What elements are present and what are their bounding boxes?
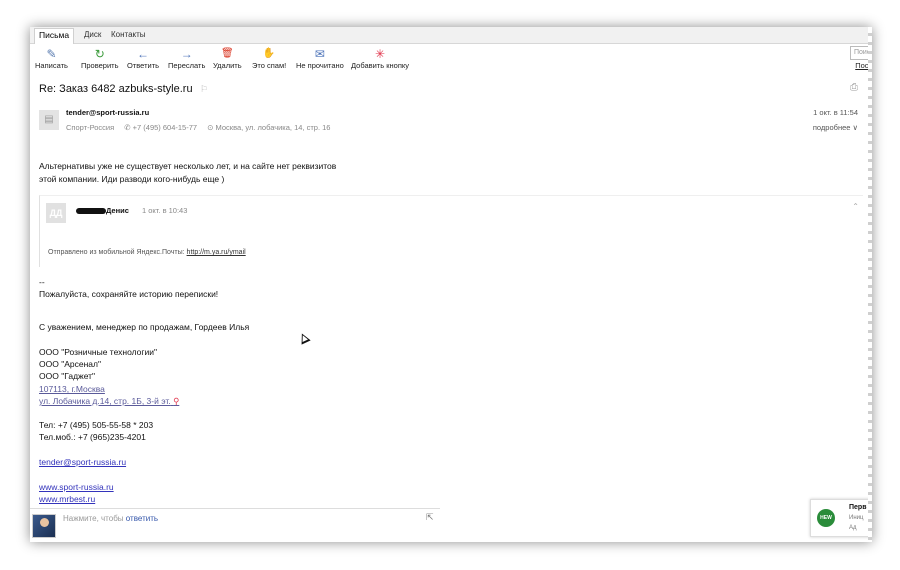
forward-button[interactable]: → Переслать: [168, 47, 205, 70]
tab-contacts[interactable]: Контакты: [107, 29, 150, 40]
avatar: ДД: [46, 203, 66, 223]
signature-dash: --: [39, 277, 45, 287]
map-pin-icon: ⚲: [173, 396, 180, 406]
signature-site-link-1[interactable]: www.sport-russia.ru: [39, 482, 114, 492]
signature-regards: С уважением, менеджер по продажам, Горде…: [39, 322, 250, 332]
redacted-name: [76, 208, 106, 214]
mail-window: Письма Диск Контакты ✎ Написать ↻ Провер…: [30, 27, 872, 542]
notification-badge-icon: НЕW: [817, 509, 835, 527]
quoted-message[interactable]: ДД Денис 1 окт. в 10:43 ⌃ Отправлено из …: [39, 195, 863, 267]
signature-tel: Тел: +7 (495) 505-55-58 * 203: [39, 420, 154, 430]
reply-icon: ←: [137, 47, 150, 61]
quote-date: 1 окт. в 10:43: [142, 206, 188, 215]
signature-street-link[interactable]: ул. Лобачика д.14, стр. 1Б, 3-й эт. ⚲: [39, 396, 179, 407]
tab-disk[interactable]: Диск: [80, 29, 105, 40]
avatar: [32, 514, 56, 538]
torn-edge: [868, 27, 872, 542]
sender-org: Спорт-Россия: [66, 123, 115, 132]
toolbar: ✎ Написать ↻ Проверить ← Ответить → Пере…: [30, 44, 872, 74]
add-button-star-icon: ✳: [374, 47, 386, 61]
print-icon[interactable]: ⎙: [850, 82, 858, 93]
signature-city-link[interactable]: 107113, г.Москва: [39, 384, 105, 394]
signature-site-link-2[interactable]: www.mrbest.ru: [39, 494, 95, 504]
top-tabs: Письма Диск Контакты: [30, 27, 872, 44]
sender-phone: ✆ +7 (495) 604-15-77: [124, 123, 198, 132]
reply-link[interactable]: ответить: [126, 514, 158, 523]
check-mail-button[interactable]: ↻ Проверить: [81, 47, 119, 70]
message-subject: Re: Заказ 6482 azbuks-style.ru: [39, 83, 193, 95]
quick-reply-bar[interactable]: Нажмите, чтобы ответить ⇱: [30, 508, 440, 542]
spam-button[interactable]: ✋ Это спам!: [252, 47, 286, 70]
notification-subtext: Ад: [849, 525, 857, 531]
spam-hand-icon: ✋: [262, 48, 276, 59]
signature-company-3: ООО "Гаджет": [39, 371, 96, 381]
add-button-button[interactable]: ✳ Добавить кнопку: [351, 47, 409, 70]
reply-placeholder[interactable]: Нажмите, чтобы ответить: [63, 514, 158, 523]
notification-popup[interactable]: НЕW Перв Иниц Ад: [810, 499, 872, 537]
envelope-icon: ✉: [314, 47, 325, 61]
delete-button[interactable]: 🗑 Удалить: [213, 47, 242, 70]
tab-mail[interactable]: Письма: [34, 28, 75, 44]
flag-icon[interactable]: ⚐: [200, 84, 208, 95]
signature-keep-history: Пожалуйста, сохраняйте историю переписки…: [39, 289, 219, 299]
trash-icon: 🗑: [220, 48, 234, 59]
sender-email[interactable]: tender@sport-russia.ru: [66, 108, 149, 117]
signature-company-2: ООО "Арсенал": [39, 359, 101, 369]
sender-address: ⊙ Москва, ул. лобачика, 14, стр. 16: [207, 123, 331, 132]
compose-icon: ✎: [46, 47, 57, 61]
notification-text: Иниц: [849, 515, 864, 521]
notification-title: Перв: [849, 504, 867, 511]
forward-icon: →: [180, 47, 193, 61]
compose-button[interactable]: ✎ Написать: [35, 47, 68, 70]
body-text-line2: этой компании. Иди разводи кого-нибудь е…: [39, 174, 225, 184]
quote-author: Денис: [106, 206, 129, 215]
details-link[interactable]: подробнее ∨: [813, 123, 858, 132]
sender-meta: Спорт-Россия ✆ +7 (495) 604-15-77 ⊙ Моск…: [66, 123, 338, 132]
mobile-mail-link[interactable]: http://m.ya.ru/ymail: [187, 249, 246, 256]
refresh-icon: ↻: [94, 47, 105, 61]
signature-mobile: Тел.моб.: +7 (965)235-4201: [39, 432, 146, 442]
mark-unread-button[interactable]: ✉ Не прочитано: [296, 47, 344, 70]
reply-button[interactable]: ← Ответить: [127, 47, 159, 70]
sender-avatar-file-icon: ▤: [39, 110, 59, 130]
signature-company-1: ООО "Розничные технологии": [39, 347, 158, 357]
quote-sent-from: Отправлено из мобильной Яндекс.Почты: ht…: [48, 249, 246, 256]
message-date: 1 окт. в 11:54: [813, 108, 858, 117]
body-text-line1: Альтернативы уже не существует несколько…: [39, 161, 337, 171]
signature-email-link[interactable]: tender@sport-russia.ru: [39, 457, 126, 467]
chevron-up-icon[interactable]: ⌃: [852, 202, 859, 211]
expand-icon[interactable]: ⇱: [426, 512, 434, 523]
